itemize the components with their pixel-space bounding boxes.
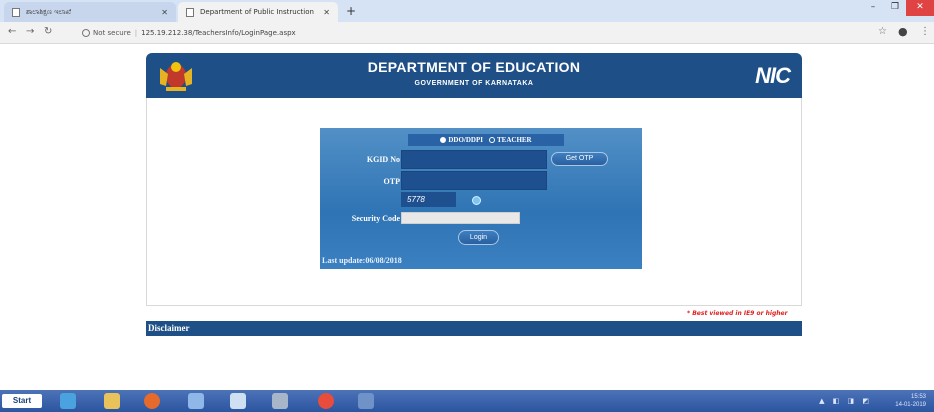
menu-dots-icon[interactable]: ⋮ — [920, 26, 930, 37]
ie-icon[interactable] — [60, 393, 76, 409]
media-player-icon[interactable] — [144, 393, 160, 409]
login-button[interactable]: Login — [458, 230, 499, 245]
restore-icon[interactable]: ❐ — [884, 0, 906, 16]
tab-close-icon[interactable]: ✕ — [323, 8, 330, 17]
bookmark-star-icon[interactable]: ☆ — [878, 26, 887, 37]
taskbar: Start ▲ ◧ ◨ ◩ 15:53 14-01-2019 — [0, 390, 934, 412]
address-bar[interactable]: Not secure | 125.19.212.38/TeachersInfo/… — [82, 25, 842, 41]
captcha-image: 5778 — [401, 192, 456, 207]
role-radio-teacher[interactable]: TEACHER — [489, 136, 532, 144]
separator: | — [134, 29, 138, 37]
tab-title: Department of Public Instruction — [200, 8, 314, 16]
role-label: TEACHER — [497, 136, 532, 144]
back-icon[interactable]: ← — [8, 26, 16, 37]
browser-notice: * Best viewed in IE9 or higher — [687, 310, 788, 317]
page-icon — [186, 7, 194, 17]
clock-date: 14-01-2019 — [895, 402, 926, 408]
kgid-label: KGID No — [366, 155, 400, 164]
folder-icon[interactable] — [104, 393, 120, 409]
tab-close-icon[interactable]: ✕ — [161, 8, 168, 17]
window-controls: – ❐ ✕ — [862, 0, 934, 16]
radio-selected-icon — [440, 137, 447, 143]
role-label: DDO/DDPI — [448, 136, 483, 144]
app-window-icon[interactable] — [358, 393, 374, 409]
info-icon[interactable] — [82, 29, 90, 37]
site-header: DEPARTMENT OF EDUCATION GOVERNMENT OF KA… — [146, 53, 802, 98]
network-icon[interactable] — [188, 393, 204, 409]
role-selector: DDO/DDPI TEACHER — [408, 134, 564, 146]
window-close-icon[interactable]: ✕ — [906, 0, 934, 16]
tab-title: ಶಾಲಾಶಿಕ್ಷಣ ಇಲಾಖೆ — [26, 7, 72, 16]
role-radio-ddo[interactable]: DDO/DDPI — [440, 136, 483, 144]
security-label: Not secure — [93, 29, 131, 37]
refresh-captcha-icon[interactable] — [472, 196, 481, 205]
browser-toolbar: ← → ↻ Not secure | 125.19.212.38/Teacher… — [0, 22, 934, 44]
start-button[interactable]: Start — [2, 394, 42, 408]
document-icon[interactable] — [230, 393, 246, 409]
reload-icon[interactable]: ↻ — [44, 26, 52, 37]
page-subtitle: GOVERNMENT OF KARNATAKA — [414, 80, 534, 87]
last-update-text: Last update:06/08/2018 — [322, 256, 402, 265]
otp-input[interactable] — [401, 171, 547, 190]
new-tab-button[interactable]: + — [346, 4, 356, 18]
minimize-icon[interactable]: – — [862, 0, 884, 16]
disclaimer-bar[interactable]: Disclaimer — [146, 321, 802, 336]
image-viewer-icon[interactable] — [272, 393, 288, 409]
security-code-input[interactable] — [401, 212, 520, 224]
kgid-input[interactable] — [401, 150, 547, 169]
forward-icon[interactable]: → — [26, 26, 34, 37]
login-form: DDO/DDPI TEACHER KGID No Get OTP OTP 577… — [320, 128, 642, 269]
clock[interactable]: 15:53 14-01-2019 — [895, 393, 926, 409]
security-code-label: Security Code — [351, 214, 400, 223]
get-otp-button[interactable]: Get OTP — [551, 152, 608, 166]
otp-label: OTP — [383, 177, 400, 186]
system-tray-icons[interactable]: ▲ ◧ ◨ ◩ — [819, 397, 872, 405]
browser-tab-strip: ಶಾಲಾಶಿಕ್ಷಣ ಇಲಾಖೆ ✕ Department of Public … — [0, 0, 934, 22]
page-icon — [12, 7, 20, 17]
clock-time: 15:53 — [910, 394, 926, 400]
nic-logo: NIC — [755, 63, 791, 88]
profile-icon[interactable]: ● — [898, 25, 908, 38]
radio-unselected-icon — [489, 137, 495, 143]
url-text[interactable]: 125.19.212.38/TeachersInfo/LoginPage.asp… — [141, 29, 296, 37]
page-title: DEPARTMENT OF EDUCATION — [367, 59, 581, 75]
chrome-icon[interactable] — [318, 393, 334, 409]
browser-tab-2[interactable]: Department of Public Instruction ✕ — [178, 2, 338, 22]
browser-tab-1[interactable]: ಶಾಲಾಶಿಕ್ಷಣ ಇಲಾಖೆ ✕ — [4, 2, 176, 22]
